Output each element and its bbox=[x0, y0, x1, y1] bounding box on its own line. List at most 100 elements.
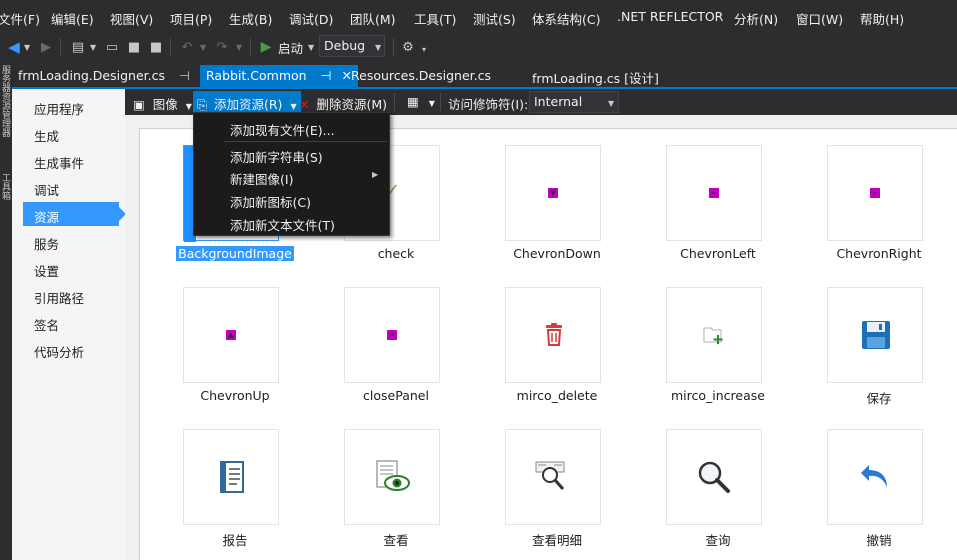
new-project-icon[interactable]: ▤ bbox=[68, 37, 88, 57]
attach-icon[interactable]: ⚙ bbox=[398, 37, 418, 57]
toolbar-divider bbox=[440, 93, 441, 111]
image-icon: ▣ bbox=[133, 97, 145, 112]
undo-icon[interactable]: ↶ bbox=[177, 37, 197, 57]
resource-name[interactable]: BackgroundImage bbox=[160, 246, 310, 261]
pin-icon[interactable]: ⊣ bbox=[321, 68, 332, 83]
tab-frmloading-design[interactable]: frmLoading.cs [设计] bbox=[526, 65, 665, 87]
chevron-down-icon[interactable]: ▼ bbox=[200, 43, 206, 52]
config-select[interactable]: Debug ▼ bbox=[319, 35, 385, 57]
resource-tile[interactable]: « bbox=[666, 145, 762, 241]
menu-help[interactable]: 帮助(H) bbox=[860, 9, 904, 28]
resource-name[interactable]: mirco_delete bbox=[482, 388, 632, 403]
forward-icon[interactable]: ▶ bbox=[36, 37, 56, 57]
menu-window[interactable]: 窗口(W) bbox=[796, 9, 843, 28]
resource-name[interactable]: ChevronUp bbox=[160, 388, 310, 403]
toolbar-divider bbox=[393, 38, 394, 56]
add-resource-button[interactable]: ⎘ 添加资源(R) ▼ bbox=[193, 91, 301, 113]
resource-tile[interactable] bbox=[505, 429, 601, 525]
nav-item-services[interactable]: 服务 bbox=[23, 229, 119, 253]
tab-label: frmLoading.cs [设计] bbox=[532, 71, 659, 86]
menu-team[interactable]: 团队(M) bbox=[350, 9, 396, 28]
menu-analyze[interactable]: 分析(N) bbox=[734, 9, 778, 28]
back-icon[interactable]: ◀ bbox=[4, 37, 24, 57]
open-file-icon[interactable]: ▭ bbox=[102, 37, 122, 57]
start-icon[interactable]: ▶ bbox=[256, 37, 276, 57]
server-explorer-tab[interactable]: 服务器资源管理器 bbox=[0, 65, 12, 137]
chevron-down-icon[interactable]: ▼ bbox=[90, 43, 96, 52]
resource-name[interactable]: 查看明细 bbox=[482, 530, 632, 549]
resource-tile[interactable] bbox=[344, 429, 440, 525]
nav-item-resources[interactable]: 资源 bbox=[23, 202, 126, 226]
resource-name[interactable]: 查询 bbox=[643, 530, 793, 549]
pin-icon[interactable]: ⊣ bbox=[179, 68, 190, 83]
resource-tile[interactable] bbox=[666, 429, 762, 525]
resource-tile[interactable]: ✕ bbox=[344, 287, 440, 383]
menu-item-add-new-string[interactable]: 添加新字符串(S) bbox=[194, 144, 389, 166]
resource-tile[interactable] bbox=[827, 287, 923, 383]
resource-name[interactable]: ChevronLeft bbox=[643, 246, 793, 261]
chevron-down-icon[interactable]: ▼ bbox=[308, 43, 314, 52]
resource-name[interactable]: 撤销 bbox=[804, 530, 954, 549]
nav-item-reference-paths[interactable]: 引用路径 bbox=[23, 283, 119, 307]
tab-rabbit-common[interactable]: Rabbit.Common ⊣ ✕ bbox=[200, 65, 358, 87]
resource-name[interactable]: 报告 bbox=[160, 530, 310, 549]
resource-tile[interactable]: ▲ bbox=[183, 287, 279, 383]
document-tabs: frmLoading.Designer.cs ⊣ Rabbit.Common ⊣… bbox=[12, 61, 957, 89]
menu-project[interactable]: 项目(P) bbox=[170, 9, 212, 28]
chevron-down-icon[interactable]: ▼ bbox=[236, 43, 242, 52]
access-modifier-select[interactable]: Internal ▼ bbox=[529, 91, 619, 113]
resource-tile[interactable] bbox=[827, 429, 923, 525]
config-value: Debug bbox=[324, 38, 366, 53]
view-icon bbox=[376, 460, 410, 491]
resource-tile[interactable]: » bbox=[827, 145, 923, 241]
menu-file[interactable]: 文件(F) bbox=[0, 9, 40, 28]
menu-item-add-new-text-file[interactable]: 添加新文本文件(T) bbox=[194, 212, 389, 234]
tab-resources-designer[interactable]: Resources.Designer.cs bbox=[345, 65, 497, 87]
menu-item-add-new-icon[interactable]: 添加新图标(C) bbox=[194, 189, 389, 211]
resource-name[interactable]: 保存 bbox=[804, 388, 954, 407]
nav-item-signing[interactable]: 签名 bbox=[23, 310, 119, 334]
resource-tile[interactable]: ▼ bbox=[505, 145, 601, 241]
view-button[interactable]: ▦ ▼ bbox=[403, 91, 439, 113]
toolbar-divider bbox=[250, 38, 251, 56]
start-button[interactable]: 启动 bbox=[278, 38, 303, 57]
menu-architecture[interactable]: 体系结构(C) bbox=[532, 9, 600, 28]
resource-name[interactable]: check bbox=[321, 246, 471, 261]
save-all-icon[interactable]: ■ bbox=[146, 37, 166, 57]
nav-item-build-events[interactable]: 生成事件 bbox=[23, 148, 119, 172]
resource-name[interactable]: 查看 bbox=[321, 530, 471, 549]
resource-tile[interactable] bbox=[183, 429, 279, 525]
resource-name[interactable]: closePanel bbox=[321, 388, 471, 403]
menu-item-add-existing-file[interactable]: 添加现有文件(E)... bbox=[194, 117, 389, 139]
menu-debug[interactable]: 调试(D) bbox=[289, 9, 333, 28]
resource-tile[interactable] bbox=[666, 287, 762, 383]
chevron-down-icon: ▼ bbox=[185, 102, 192, 111]
tab-frmloading-designer[interactable]: frmLoading.Designer.cs ⊣ bbox=[12, 65, 196, 87]
menu-item-new-image[interactable]: 新建图像(I) ▶ bbox=[194, 166, 389, 188]
menu-tools[interactable]: 工具(T) bbox=[414, 9, 456, 28]
images-button[interactable]: ▣ 图像 ▼ bbox=[129, 91, 196, 113]
access-modifier-value: Internal bbox=[534, 94, 583, 109]
resource-name[interactable]: ChevronDown bbox=[482, 246, 632, 261]
chevron-down-icon[interactable]: ▼ bbox=[24, 43, 30, 52]
resource-name[interactable]: ChevronRight bbox=[804, 246, 954, 261]
menu-view[interactable]: 视图(V) bbox=[110, 9, 153, 28]
menu-net-reflector[interactable]: .NET REFLECTOR bbox=[617, 9, 723, 24]
toolbox-tab[interactable]: 工具箱 bbox=[0, 173, 12, 200]
nav-item-build[interactable]: 生成 bbox=[23, 121, 119, 145]
redo-icon[interactable]: ↷ bbox=[212, 37, 232, 57]
chevron-right-icon: » bbox=[870, 188, 880, 198]
resource-name[interactable]: mirco_increase bbox=[643, 388, 793, 403]
nav-item-code-analysis[interactable]: 代码分析 bbox=[23, 337, 119, 361]
menu-build[interactable]: 生成(B) bbox=[229, 9, 272, 28]
nav-item-application[interactable]: 应用程序 bbox=[23, 94, 119, 118]
remove-resource-button[interactable]: ✕ 删除资源(M) bbox=[295, 91, 391, 113]
access-modifier-label: 访问修饰符(I): bbox=[448, 97, 529, 112]
menu-test[interactable]: 测试(S) bbox=[473, 9, 516, 28]
menu-edit[interactable]: 编辑(E) bbox=[51, 9, 94, 28]
resource-tile[interactable] bbox=[505, 287, 601, 383]
overflow-icon[interactable]: ▾ bbox=[422, 45, 426, 54]
save-icon[interactable]: ■ bbox=[124, 37, 144, 57]
nav-item-settings[interactable]: 设置 bbox=[23, 256, 119, 280]
nav-item-debug[interactable]: 调试 bbox=[23, 175, 119, 199]
